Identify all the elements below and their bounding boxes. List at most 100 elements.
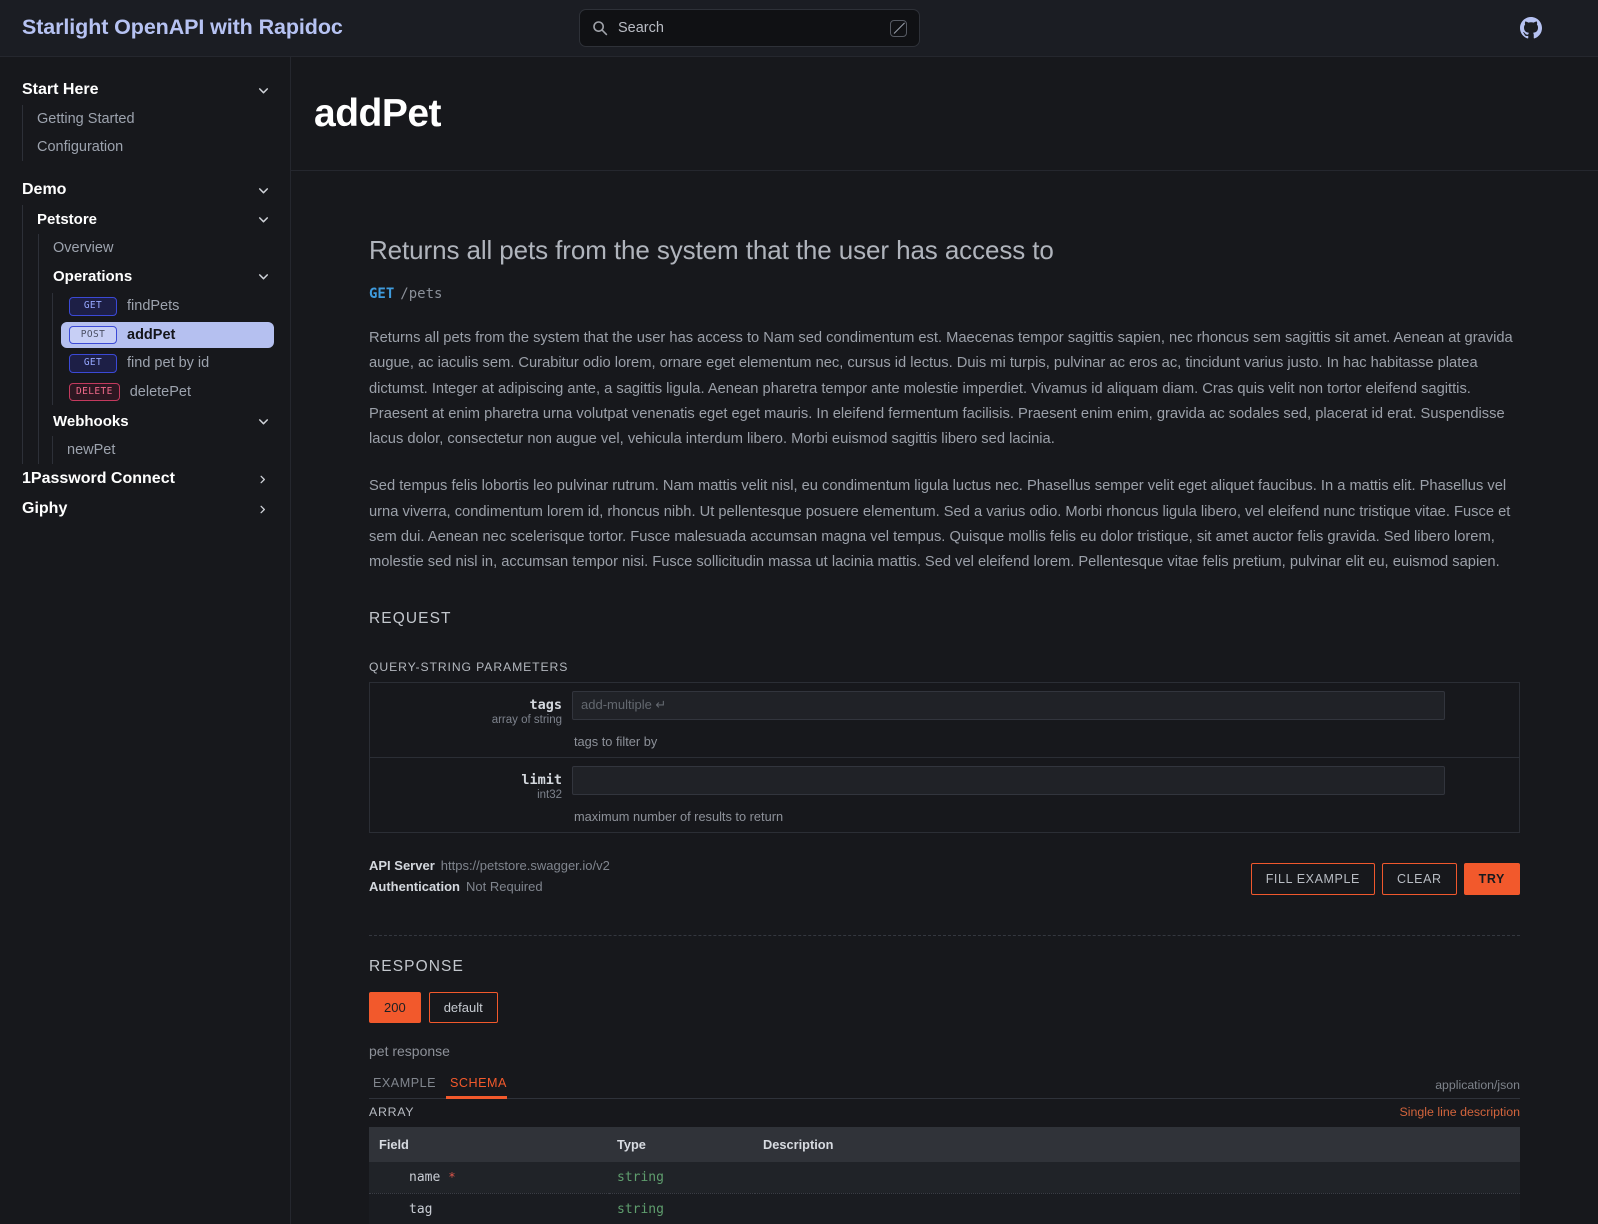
response-code-default[interactable]: default — [428, 991, 498, 1023]
table-row: tag string — [369, 1193, 1520, 1224]
chevron-down-icon[interactable] — [257, 213, 270, 226]
schema-table-body: name* string tag string id* integer — [369, 1161, 1520, 1224]
sidebar-operation-label: findPets — [127, 298, 180, 315]
sidebar-group-label: Demo — [22, 181, 67, 198]
response-section-title: RESPONSE — [369, 957, 464, 975]
sidebar-webhooks-list: newPet — [52, 436, 290, 464]
sidebar[interactable]: Start Here Getting Started Configuration… — [0, 57, 291, 1224]
request-section-title: REQUEST — [369, 609, 452, 627]
api-server-label: API Server — [369, 857, 435, 873]
sidebar-item-deletepet[interactable]: DELETE deletePet — [61, 379, 274, 406]
sidebar-group-1password-connect[interactable]: 1Password Connect — [0, 464, 290, 494]
query-string-parameters-table: tags array of string add-multiple ↵ tags… — [369, 681, 1520, 833]
method-badge-get: GET — [69, 354, 117, 373]
sidebar-item-overview[interactable]: Overview — [39, 234, 290, 262]
sidebar-subgroup-label: Operations — [53, 268, 133, 285]
param-input-tags[interactable]: add-multiple ↵ — [572, 690, 1445, 720]
search-icon — [592, 20, 608, 36]
param-help-tags: tags to filter by — [574, 733, 658, 749]
schema-table: Field Type Description name * string tag … — [369, 1126, 1520, 1224]
clear-button[interactable]: CLEAR — [1381, 862, 1457, 895]
sidebar-group-items-demo: Petstore Overview Operations GET findPet… — [22, 205, 290, 464]
section-divider — [369, 934, 1520, 936]
sidebar-group-label: 1Password Connect — [22, 470, 175, 487]
page-header: addPet — [291, 57, 1598, 171]
param-help-limit: maximum number of results to return — [574, 808, 784, 824]
sidebar-operation-label: deletePet — [129, 383, 191, 400]
chevron-down-icon[interactable] — [257, 184, 270, 197]
schema-field-type: string — [609, 1193, 755, 1224]
column-header-field: Field — [369, 1126, 609, 1162]
sidebar-operations-list: GET findPets POST addPet GET find pet by… — [52, 293, 290, 405]
main-content: addPet Returns all pets from the system … — [291, 57, 1598, 1224]
operation-description-paragraph-1: Returns all pets from the system that th… — [369, 330, 1513, 448]
sidebar-group-start-here[interactable]: Start Here — [0, 75, 290, 105]
tab-schema[interactable]: SCHEMA — [446, 1076, 517, 1099]
sidebar-item-findpets[interactable]: GET findPets — [61, 293, 274, 320]
api-server-value: https://petstore.swagger.io/v2 — [440, 857, 610, 873]
schema-field-name: tag — [369, 1193, 609, 1224]
method-badge-post: POST — [69, 325, 117, 344]
sidebar-group-items-start-here: Getting Started Configuration — [22, 105, 290, 161]
github-icon[interactable] — [1520, 17, 1542, 39]
tab-example[interactable]: EXAMPLE — [369, 1076, 446, 1098]
sidebar-item-addpet[interactable]: POST addPet — [61, 321, 274, 348]
schema-table-head: Field Type Description — [369, 1126, 1520, 1162]
sidebar-item-find-pet-by-id[interactable]: GET find pet by id — [61, 350, 274, 377]
sidebar-item-petstore[interactable]: Petstore — [23, 205, 290, 234]
operation-summary: Returns all pets from the system that th… — [369, 235, 1054, 265]
query-string-parameters-title: QUERY-STRING PARAMETERS — [369, 659, 569, 674]
sidebar-group-demo[interactable]: Demo — [0, 175, 290, 205]
param-meta: limit int32 — [370, 766, 572, 801]
sidebar-petstore-children: Overview Operations GET findPets POST ad… — [38, 234, 290, 464]
sidebar-item-operations[interactable]: Operations — [39, 262, 290, 291]
table-row: name * string — [369, 1161, 1520, 1194]
field-label: name — [409, 1169, 441, 1185]
method-badge-get: GET — [69, 297, 117, 316]
site-title: Starlight OpenAPI with Rapidoc — [22, 15, 343, 39]
chevron-down-icon[interactable] — [257, 415, 270, 428]
sidebar-group-giphy[interactable]: Giphy — [0, 494, 290, 524]
response-code-tabs: 200 default — [369, 991, 1520, 1023]
server-info: API Server https://petstore.swagger.io/v2… — [369, 855, 1520, 907]
search-input[interactable]: Search — [579, 9, 920, 47]
chevron-right-icon[interactable] — [257, 474, 270, 485]
sidebar-subgroup-label: Webhooks — [53, 413, 129, 430]
sidebar-group-label: Start Here — [22, 81, 99, 98]
response-description: pet response — [369, 1042, 450, 1059]
fill-example-button[interactable]: FILL EXAMPLE — [1250, 862, 1375, 895]
schema-table-header-row: Field Type Description — [369, 1126, 1520, 1162]
sidebar-operation-label: addPet — [127, 326, 176, 343]
param-placeholder: add-multiple ↵ — [581, 697, 667, 713]
chevron-down-icon[interactable] — [257, 270, 270, 283]
sidebar-item-getting-started[interactable]: Getting Started — [23, 105, 290, 133]
param-input-limit[interactable] — [572, 765, 1445, 795]
content-type-label: application/json — [1435, 1077, 1520, 1092]
sidebar-item-configuration[interactable]: Configuration — [23, 133, 290, 161]
schema-field-description — [755, 1161, 1520, 1194]
param-type: array of string — [491, 713, 562, 726]
param-type: int32 — [537, 788, 562, 801]
chevron-down-icon[interactable] — [257, 84, 270, 97]
required-marker-icon: * — [448, 1169, 456, 1184]
column-header-type: Type — [609, 1126, 755, 1162]
param-meta: tags array of string — [370, 691, 572, 726]
try-button[interactable]: TRY — [1463, 862, 1520, 895]
request-actions: FILL EXAMPLE CLEAR TRY — [1250, 862, 1520, 895]
chevron-right-icon[interactable] — [257, 504, 270, 515]
operation-method: GET — [369, 286, 395, 302]
response-code-200[interactable]: 200 — [369, 991, 421, 1023]
slash-key-icon — [890, 19, 907, 37]
site-header: Starlight OpenAPI with Rapidoc Search — [0, 0, 1598, 57]
sidebar-item-webhooks[interactable]: Webhooks — [39, 407, 290, 436]
operation-description-paragraph-2: Sed tempus felis lobortis leo pulvinar r… — [369, 478, 1511, 571]
schema-array-description: Single line description — [1399, 1104, 1520, 1119]
response-view-tabs: EXAMPLE SCHEMA application/json — [369, 1071, 1520, 1099]
operation-doc: Returns all pets from the system that th… — [291, 171, 1598, 1224]
sidebar-group-label: Giphy — [22, 500, 68, 517]
sidebar-operation-label: find pet by id — [127, 355, 210, 372]
param-name: limit — [521, 771, 562, 788]
param-row-tags: tags array of string add-multiple ↵ tags… — [370, 683, 1519, 758]
sidebar-item-newpet[interactable]: newPet — [53, 436, 290, 464]
param-row-limit: limit int32 maximum number of results to… — [370, 758, 1519, 832]
